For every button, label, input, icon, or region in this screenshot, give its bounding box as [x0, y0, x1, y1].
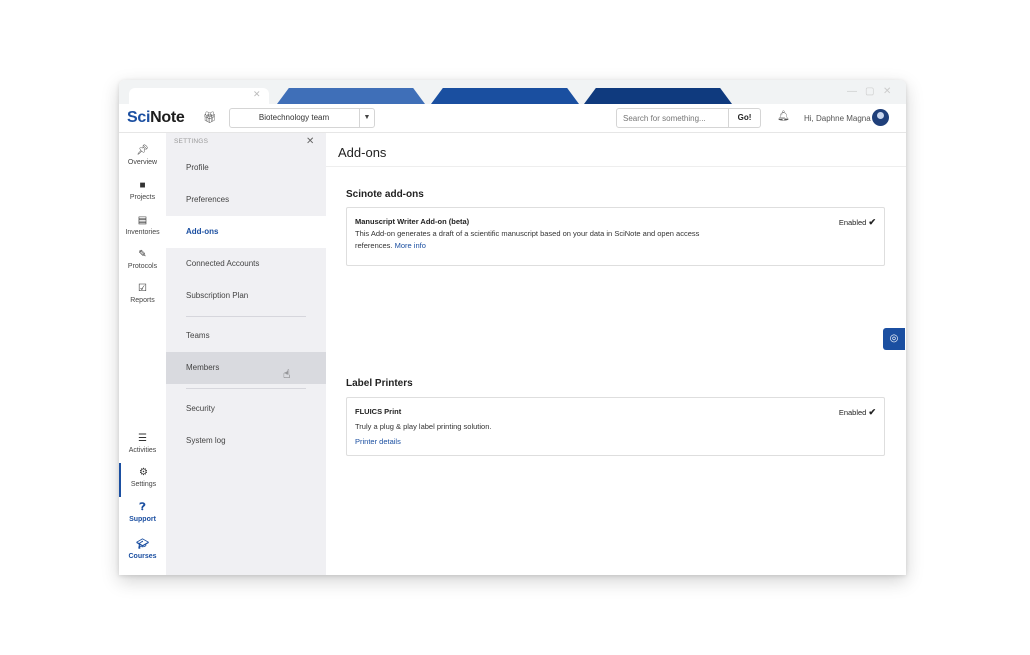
list-icon: ☰: [138, 433, 147, 444]
checkmark-icon: ✔: [868, 407, 876, 417]
minimize-icon[interactable]: —: [847, 86, 857, 97]
divider: [186, 316, 306, 317]
browser-tab[interactable]: [584, 88, 732, 104]
avatar[interactable]: [872, 109, 889, 126]
printer-details-link[interactable]: Printer details: [355, 437, 401, 446]
settings-item-profile[interactable]: Profile: [166, 152, 326, 184]
settings-item-teams[interactable]: Teams: [166, 320, 326, 352]
addon-card-manuscript-writer: Manuscript Writer Add-on (beta) Enabled …: [346, 207, 885, 266]
nav-item-settings[interactable]: ⚙ Settings: [119, 463, 166, 497]
browser-tab[interactable]: [431, 88, 579, 104]
nav-item-projects[interactable]: ■ Projects: [119, 180, 166, 201]
browser-tab-active[interactable]: [129, 88, 269, 104]
app-window: ✕ — ▢ ✕ SciNote 🎁︎ Biotechnology team ▼ …: [119, 80, 906, 575]
addon-description: Truly a plug & play label printing solut…: [355, 422, 492, 431]
settings-item-add-ons[interactable]: Add-ons: [166, 216, 326, 248]
divider: [186, 388, 306, 389]
gift-icon[interactable]: 🎁︎: [203, 111, 217, 124]
nav-item-activities[interactable]: ☰ Activities: [119, 433, 166, 454]
nav-item-reports[interactable]: ☑ Reports: [119, 283, 166, 304]
settings-title: SETTINGS: [174, 138, 209, 145]
scinote-logo[interactable]: SciNote: [127, 109, 185, 127]
tab-close-icon[interactable]: ✕: [253, 89, 261, 100]
bell-icon[interactable]: 🔔︎: [777, 111, 790, 122]
support-chat-icon[interactable]: ◎: [883, 328, 905, 350]
gear-icon: ⚙: [139, 467, 148, 478]
graduation-cap-icon: 🎓︎: [136, 539, 149, 550]
caret-down-icon[interactable]: ▼: [359, 109, 374, 127]
inventory-icon: ▤: [137, 215, 148, 226]
nav-item-support[interactable]: ❓︎ Support: [119, 502, 166, 523]
checkmark-icon: ✔: [868, 217, 876, 227]
addon-description: This Add-on generates a draft of a scien…: [355, 229, 700, 250]
addon-name: Manuscript Writer Add-on (beta): [355, 217, 470, 226]
search-input[interactable]: [616, 108, 729, 128]
team-select[interactable]: Biotechnology team ▼: [229, 108, 375, 128]
divider: [326, 166, 906, 167]
settings-item-system-log[interactable]: System log: [166, 425, 326, 457]
addon-card-fluics-print: FLUICS Print Enabled ✔ Truly a plug & pl…: [346, 397, 885, 456]
nav-item-inventories[interactable]: ▤ Inventories: [119, 215, 166, 236]
go-button[interactable]: Go!: [729, 108, 761, 128]
nav-item-courses[interactable]: 🎓︎ Courses: [119, 539, 166, 560]
status-badge: Enabled ✔: [838, 407, 876, 417]
more-info-link[interactable]: More info: [395, 241, 426, 250]
page-title: Add-ons: [338, 145, 387, 160]
app-header: SciNote 🎁︎ Biotechnology team ▼ Go! 🔔︎ H…: [119, 104, 906, 133]
help-icon: ❓︎: [139, 502, 146, 513]
window-close-icon[interactable]: ✕: [883, 86, 891, 97]
status-badge: Enabled ✔: [838, 217, 876, 227]
section-heading: Scinote add-ons: [346, 189, 424, 200]
edit-icon: ✎: [138, 249, 147, 260]
left-nav: 📌︎ Overview ■ Projects ▤ Inventories ✎ P…: [119, 133, 167, 575]
nav-item-overview[interactable]: 📌︎ Overview: [119, 145, 166, 166]
settings-item-preferences[interactable]: Preferences: [166, 184, 326, 216]
addon-name: FLUICS Print: [355, 407, 402, 416]
clipboard-icon: ☑: [138, 283, 147, 294]
folder-icon: ■: [139, 180, 146, 191]
settings-item-connected-accounts[interactable]: Connected Accounts: [166, 248, 326, 280]
browser-tab-strip: ✕ — ▢ ✕: [119, 80, 906, 104]
maximize-icon[interactable]: ▢: [865, 86, 874, 97]
settings-item-security[interactable]: Security: [166, 393, 326, 425]
main-content: Add-ons Scinote add-ons Manuscript Write…: [326, 133, 906, 575]
settings-item-subscription-plan[interactable]: Subscription Plan: [166, 280, 326, 312]
browser-tab[interactable]: [277, 88, 425, 104]
close-icon[interactable]: ✕: [306, 136, 314, 147]
nav-item-protocols[interactable]: ✎ Protocols: [119, 249, 166, 270]
team-select-label: Biotechnology team: [258, 113, 330, 122]
settings-item-members[interactable]: Members: [166, 352, 326, 384]
settings-panel: SETTINGS ✕ Profile Preferences Add-ons C…: [166, 133, 326, 575]
pin-icon: 📌︎: [136, 145, 149, 156]
hand-cursor-icon: ☝︎: [283, 367, 291, 381]
user-greeting[interactable]: Hi, Daphne Magna: [804, 114, 871, 123]
section-heading: Label Printers: [346, 378, 413, 389]
